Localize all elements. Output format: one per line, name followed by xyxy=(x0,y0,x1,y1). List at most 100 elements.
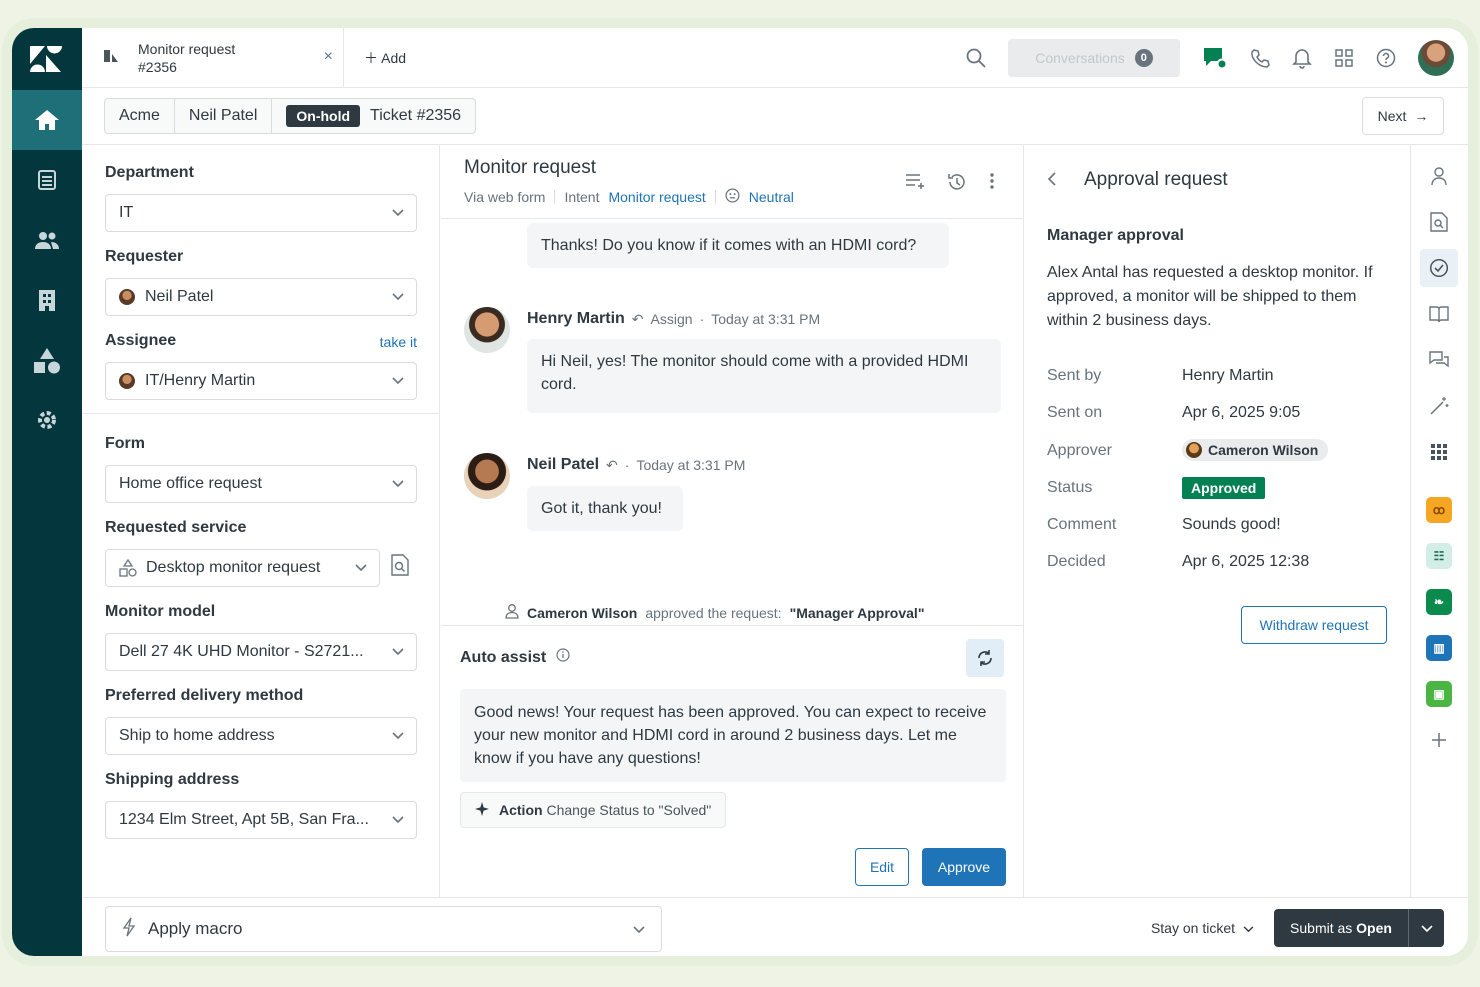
side-conversations-icon[interactable] xyxy=(1420,341,1458,379)
form-select[interactable]: Home office request xyxy=(105,465,417,503)
customers-icon[interactable] xyxy=(12,210,82,270)
arrow-right-icon: → xyxy=(1414,108,1429,124)
breadcrumb-org[interactable]: Acme xyxy=(105,99,175,133)
chevron-down-icon xyxy=(1243,920,1254,936)
app-leaf-icon[interactable]: ❧ xyxy=(1420,583,1458,621)
form-field: Form Home office request xyxy=(105,435,417,503)
manager-approval-link[interactable]: "Manager Approval" xyxy=(790,605,925,621)
organizations-icon[interactable] xyxy=(12,270,82,330)
chevron-down-icon xyxy=(355,564,367,572)
reply-icon: ↶ xyxy=(631,310,644,327)
auto-assist-panel: Auto assist Good news! Your request has … xyxy=(441,625,1023,886)
breadcrumb-requester[interactable]: Neil Patel xyxy=(175,99,273,133)
approved-badge: Approved xyxy=(1182,477,1266,499)
assignee-select[interactable]: IT/Henry Martin xyxy=(105,362,417,400)
more-options-icon[interactable] xyxy=(989,172,995,196)
shipping-address-select[interactable]: 1234 Elm Street, Apt 5B, San Fra... xyxy=(105,801,417,839)
chevron-down-icon xyxy=(633,919,645,939)
assign-link[interactable]: Assign xyxy=(651,311,693,327)
withdraw-request-button[interactable]: Withdraw request xyxy=(1241,606,1387,644)
ticket-tab[interactable]: Monitor request #2356 × xyxy=(82,28,344,88)
context-rail: ꝏ ☷ ❧ ▥ ▣ xyxy=(1411,145,1468,897)
status-badge: On-hold xyxy=(286,105,361,127)
conversation-panel: Monitor request Via web form Intent Moni… xyxy=(441,145,1024,897)
take-it-link[interactable]: take it xyxy=(380,334,417,350)
book-icon[interactable] xyxy=(1420,295,1458,333)
approvals-check-icon[interactable] xyxy=(1420,249,1458,287)
chevron-down-icon xyxy=(392,209,404,217)
user-avatar[interactable] xyxy=(1418,40,1454,76)
message-bubble: Hi Neil, yes! The monitor should come wi… xyxy=(527,339,1001,413)
sent-on-value: Apr 6, 2025 9:05 xyxy=(1182,404,1301,421)
submit-button-group: Submit as Open xyxy=(1274,909,1444,947)
auto-assist-toggle-icon[interactable] xyxy=(966,639,1004,677)
zendesk-logo[interactable] xyxy=(12,28,82,90)
sentiment-label[interactable]: Neutral xyxy=(749,189,794,205)
chat-status-icon[interactable] xyxy=(1202,46,1228,70)
product-tray-icon[interactable] xyxy=(1334,48,1354,68)
submit-button[interactable]: Submit as Open xyxy=(1274,909,1408,947)
delivery-method-select[interactable]: Ship to home address xyxy=(105,717,417,755)
conversation-title: Monitor request xyxy=(464,157,597,178)
app-board-icon[interactable]: ▥ xyxy=(1420,629,1458,667)
assignee-field: Assignee take it IT/Henry Martin xyxy=(105,332,417,400)
decided-value: Apr 6, 2025 12:38 xyxy=(1182,553,1310,570)
comment-value: Sounds good! xyxy=(1182,516,1281,533)
admin-gear-icon[interactable] xyxy=(12,390,82,450)
requested-service-select[interactable]: Desktop monitor request xyxy=(105,549,380,587)
customer-context-icon[interactable] xyxy=(1420,157,1458,195)
app-teal-icon[interactable]: ☷ xyxy=(1420,537,1458,575)
chevron-down-icon xyxy=(392,816,404,824)
chevron-down-icon xyxy=(1420,920,1433,937)
ticket-tab-title: Monitor request #2356 xyxy=(138,40,236,75)
help-icon[interactable] xyxy=(1376,48,1396,68)
breadcrumb-ticket[interactable]: On-hold Ticket #2356 xyxy=(272,99,475,133)
chevron-left-icon[interactable] xyxy=(1047,171,1057,191)
notifications-bell-icon[interactable] xyxy=(1292,47,1312,69)
edit-button[interactable]: Edit xyxy=(855,848,909,886)
reply-icon: ↶ xyxy=(606,456,618,473)
chevron-down-icon xyxy=(392,377,404,385)
message-bubble: Got it, thank you! xyxy=(527,486,683,531)
conversations-button[interactable]: Conversations 0 xyxy=(1008,39,1180,77)
approval-title: Approval request xyxy=(1084,169,1228,190)
views-icon[interactable] xyxy=(12,150,82,210)
approve-button[interactable]: Approve xyxy=(922,848,1006,886)
history-icon[interactable] xyxy=(947,172,967,196)
reporting-icon[interactable] xyxy=(12,330,82,390)
message-header: Neil Patel ↶ · Today at 3:31 PM xyxy=(527,456,746,473)
conversation-meta: Via web form Intent Monitor request Neut… xyxy=(464,188,794,205)
apps-grid-icon[interactable] xyxy=(1420,433,1458,471)
home-icon[interactable] xyxy=(12,90,82,150)
filter-list-icon[interactable] xyxy=(905,172,925,196)
submit-options-button[interactable] xyxy=(1408,909,1444,947)
stay-on-ticket-select[interactable]: Stay on ticket xyxy=(1151,920,1254,936)
plus-icon: ＋ xyxy=(364,49,378,66)
department-select[interactable]: IT xyxy=(105,194,417,232)
magic-wand-icon[interactable] xyxy=(1420,387,1458,425)
intent-link[interactable]: Monitor request xyxy=(608,189,705,205)
phone-icon[interactable] xyxy=(1250,48,1270,68)
requester-avatar xyxy=(119,289,135,305)
approval-subtitle: Manager approval xyxy=(1047,227,1184,244)
search-icon[interactable] xyxy=(966,48,986,68)
close-tab-icon[interactable]: × xyxy=(324,48,333,66)
approval-event: Cameron Wilson approved the request: "Ma… xyxy=(505,603,924,622)
knowledge-search-icon[interactable] xyxy=(1420,203,1458,241)
panel-divider xyxy=(82,413,439,414)
ticket-tab-icon xyxy=(102,48,120,68)
requested-service-field: Requested service Desktop monitor reques… xyxy=(105,519,380,587)
add-app-plus-icon[interactable] xyxy=(1420,721,1458,759)
info-icon[interactable] xyxy=(556,648,570,667)
suggested-reply: Good news! Your request has been approve… xyxy=(460,689,1006,782)
app-orange-icon[interactable]: ꝏ xyxy=(1420,491,1458,529)
monitor-model-select[interactable]: Dell 27 4K UHD Monitor - S2721... xyxy=(105,633,417,671)
requester-select[interactable]: Neil Patel xyxy=(105,278,417,316)
app-green-card-icon[interactable]: ▣ xyxy=(1420,675,1458,713)
apply-macro-select[interactable]: Apply macro xyxy=(105,906,662,952)
next-button[interactable]: Next → xyxy=(1362,97,1444,135)
add-tab-button[interactable]: ＋ Add xyxy=(364,48,406,68)
chevron-down-icon xyxy=(392,293,404,301)
preview-service-icon[interactable] xyxy=(390,554,410,580)
sparkle-icon xyxy=(475,801,489,819)
